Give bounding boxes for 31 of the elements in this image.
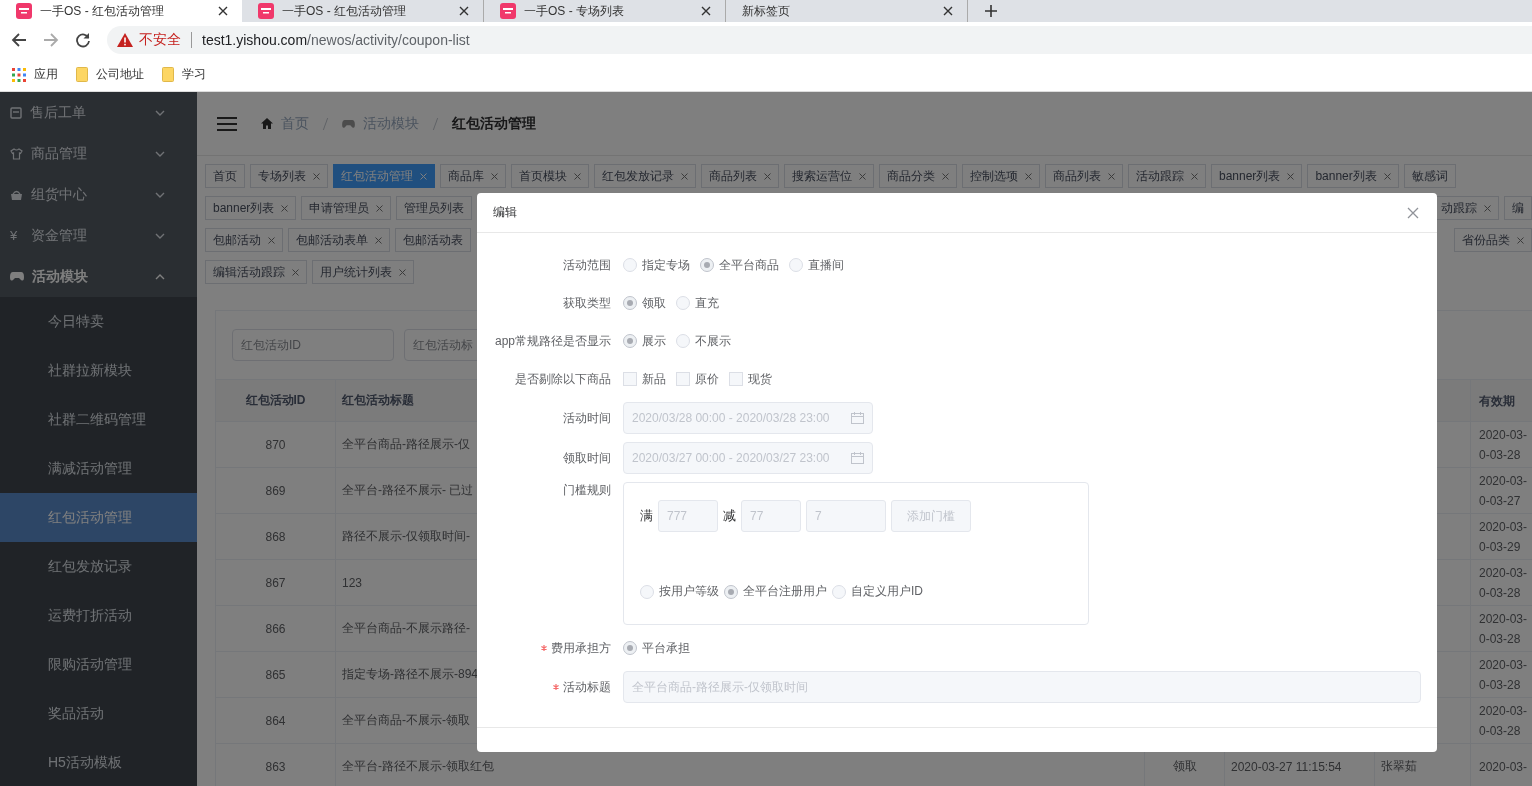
dialog-title: 编辑	[493, 204, 517, 221]
table-cell: 864	[215, 698, 335, 743]
table-cell: 865	[215, 652, 335, 697]
table-cell: 张翠茹	[1381, 758, 1417, 775]
table-cell: 领取	[1172, 758, 1197, 775]
field-label: 活动标题	[563, 678, 611, 696]
table-cell-text: 2020-03-	[1479, 758, 1528, 776]
field-label: 领取时间	[563, 449, 611, 467]
field-label: 活动范围	[563, 256, 611, 274]
table-cell-text: 2020-03- 0-03-28	[1479, 564, 1528, 602]
column-header: 红包活动ID	[215, 380, 335, 421]
table-cell: 868	[215, 514, 335, 559]
breadcrumb-item: 红包活动管理	[452, 114, 536, 133]
table-cell-text: 2020-03- 0-03-28	[1479, 610, 1528, 648]
field-label: app常规路径是否显示	[494, 332, 611, 350]
table-cell-text: 2020-03- 0-03-29	[1479, 518, 1528, 556]
table-cell-text: 2020-03- 0-03-28	[1479, 656, 1528, 694]
security-label: 不安全	[139, 31, 181, 49]
column-header: 有效期	[1470, 380, 1532, 421]
table-cell: 870	[215, 422, 335, 467]
field-label: 获取类型	[563, 294, 611, 312]
table-cell-text: 2020-03- 0-03-27	[1479, 472, 1528, 510]
table-cell-text: 2020-03- 0-03-28	[1479, 702, 1528, 740]
table-cell: 867	[215, 560, 335, 605]
table-cell: 863	[215, 744, 335, 786]
table-cell: 2020-03-27 11:15:54	[1231, 759, 1342, 774]
table-cell-text: 2020-03- 0-03-28	[1479, 426, 1528, 464]
field-label: 门槛规则	[563, 482, 611, 499]
table-cell: 869	[215, 468, 335, 513]
table-cell: 866	[215, 606, 335, 651]
url-text: test1.yishou.com/newos/activity/coupon-list	[202, 32, 470, 48]
